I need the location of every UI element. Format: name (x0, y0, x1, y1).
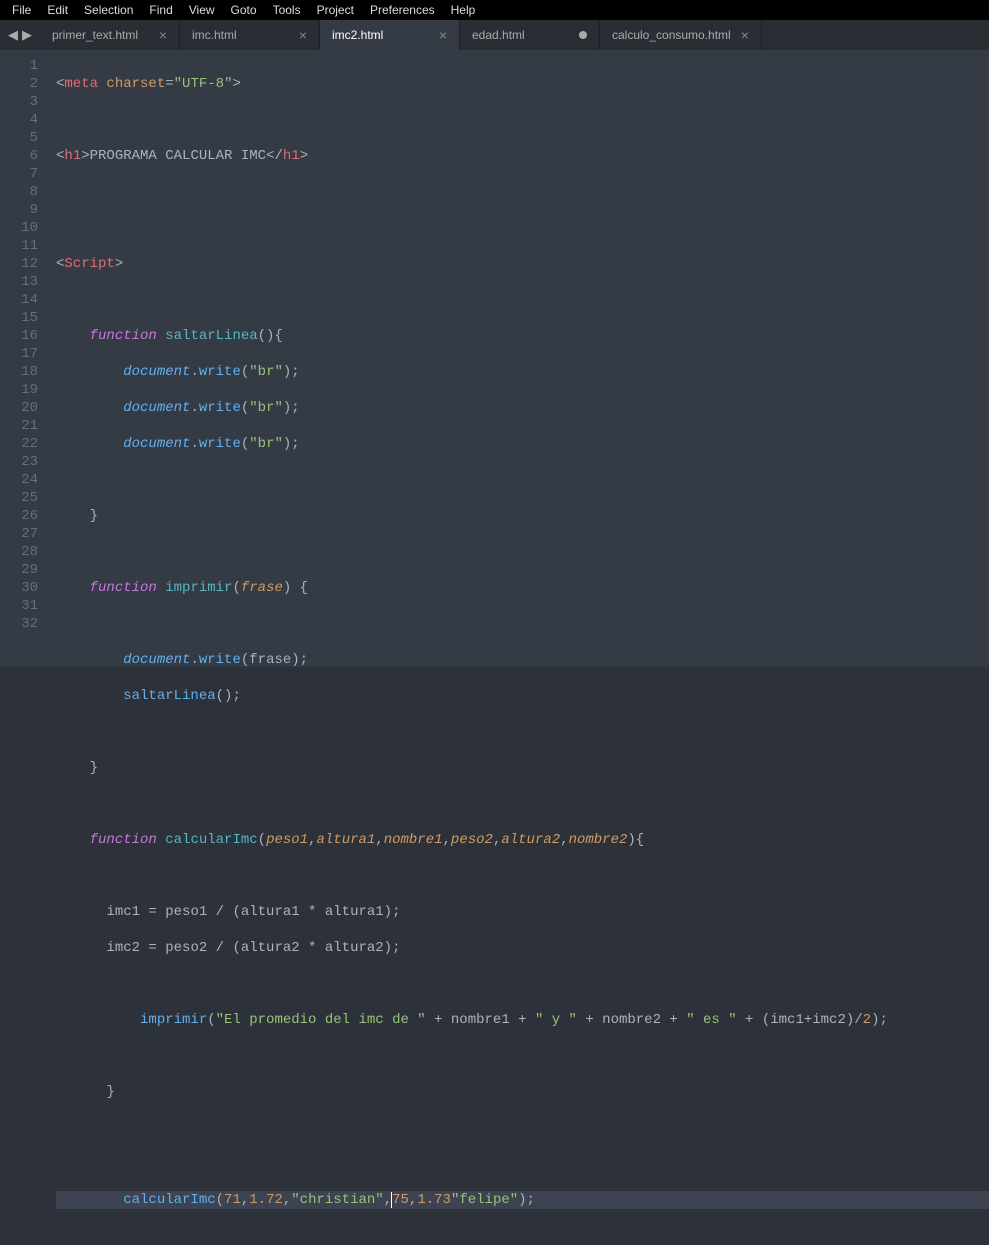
line-number: 20 (0, 399, 38, 417)
tab-primer-text[interactable]: primer_text.html × (40, 20, 180, 50)
line-number: 22 (0, 435, 38, 453)
menu-preferences[interactable]: Preferences (362, 1, 443, 19)
line-number: 1 (0, 57, 38, 75)
line-number: 26 (0, 507, 38, 525)
line-number: 7 (0, 165, 38, 183)
line-number: 10 (0, 219, 38, 237)
line-number: 2 (0, 75, 38, 93)
line-number: 27 (0, 525, 38, 543)
tab-imc[interactable]: imc.html × (180, 20, 320, 50)
code-area[interactable]: <meta charset="UTF-8"> <h1>PROGRAMA CALC… (48, 50, 989, 667)
line-number: 11 (0, 237, 38, 255)
line-number: 29 (0, 561, 38, 579)
tab-label: calculo_consumo.html (612, 28, 731, 42)
menu-file[interactable]: File (4, 1, 39, 19)
nav-forward-icon[interactable]: ▶ (22, 27, 32, 43)
close-icon[interactable]: × (159, 27, 167, 43)
menu-goto[interactable]: Goto (223, 1, 265, 19)
line-number: 23 (0, 453, 38, 471)
tab-label: imc2.html (332, 28, 383, 42)
line-number: 32 (0, 615, 38, 633)
line-number: 17 (0, 345, 38, 363)
line-number: 31 (0, 597, 38, 615)
line-number: 25 (0, 489, 38, 507)
line-number: 13 (0, 273, 38, 291)
line-number: 14 (0, 291, 38, 309)
line-number: 6 (0, 147, 38, 165)
tab-nav-arrows: ◀ ▶ (0, 20, 40, 50)
close-icon[interactable]: × (299, 27, 307, 43)
tab-bar: ◀ ▶ primer_text.html × imc.html × imc2.h… (0, 20, 989, 50)
line-number: 28 (0, 543, 38, 561)
line-number: 15 (0, 309, 38, 327)
tab-label: edad.html (472, 28, 525, 42)
line-number: 3 (0, 93, 38, 111)
line-number: 19 (0, 381, 38, 399)
menu-help[interactable]: Help (443, 1, 484, 19)
line-number: 24 (0, 471, 38, 489)
tab-calculo-consumo[interactable]: calculo_consumo.html × (600, 20, 762, 50)
tab-label: imc.html (192, 28, 237, 42)
menu-selection[interactable]: Selection (76, 1, 141, 19)
nav-back-icon[interactable]: ◀ (8, 27, 18, 43)
menu-edit[interactable]: Edit (39, 1, 76, 19)
menu-project[interactable]: Project (309, 1, 362, 19)
line-number: 21 (0, 417, 38, 435)
tab-imc2[interactable]: imc2.html × (320, 20, 460, 50)
menu-tools[interactable]: Tools (265, 1, 309, 19)
tab-edad[interactable]: edad.html (460, 20, 600, 50)
close-icon[interactable]: × (741, 27, 749, 43)
line-number: 16 (0, 327, 38, 345)
line-number: 4 (0, 111, 38, 129)
line-number: 8 (0, 183, 38, 201)
close-icon[interactable]: × (439, 27, 447, 43)
editor-pane: 1234567891011121314151617181920212223242… (0, 50, 989, 667)
line-number: 18 (0, 363, 38, 381)
dirty-dot-icon (579, 31, 587, 39)
tab-label: primer_text.html (52, 28, 138, 42)
line-number: 12 (0, 255, 38, 273)
line-number: 9 (0, 201, 38, 219)
menu-bar: File Edit Selection Find View Goto Tools… (0, 0, 989, 20)
line-number: 5 (0, 129, 38, 147)
line-number: 30 (0, 579, 38, 597)
gutter: 1234567891011121314151617181920212223242… (0, 50, 48, 667)
menu-find[interactable]: Find (141, 1, 180, 19)
menu-view[interactable]: View (181, 1, 223, 19)
